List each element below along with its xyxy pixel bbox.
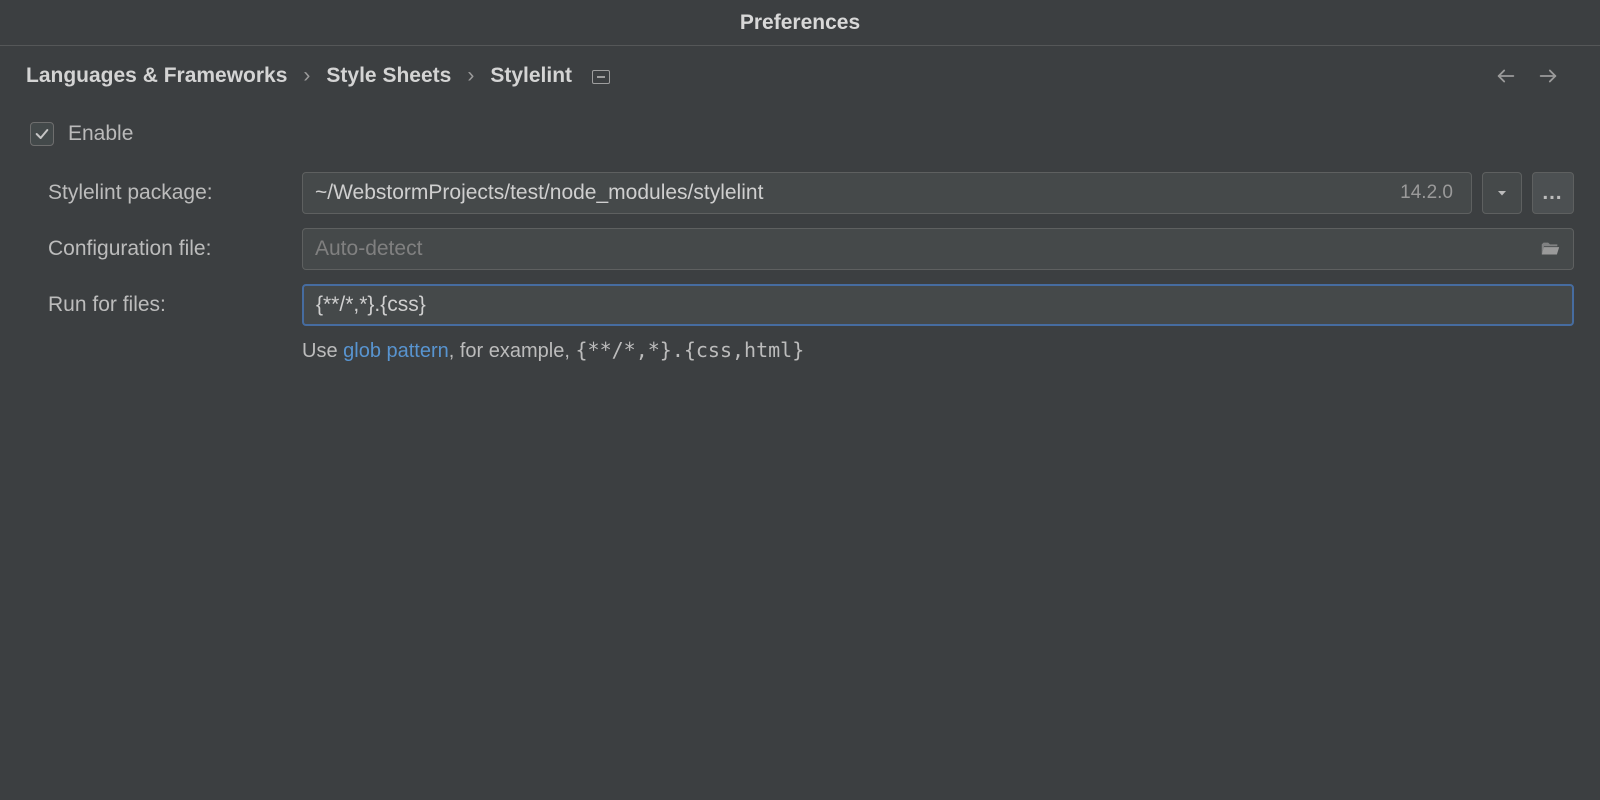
run-for-files-hint: Use glob pattern, for example, {**/*,*}.… <box>302 338 1574 363</box>
run-for-files-field[interactable] <box>302 284 1574 326</box>
configuration-file-label: Configuration file: <box>48 237 286 261</box>
run-for-files-input[interactable] <box>316 293 1560 317</box>
breadcrumb: Languages & Frameworks › Style Sheets › … <box>26 64 1494 88</box>
folder-open-icon[interactable] <box>1539 238 1561 260</box>
nav-forward-button[interactable] <box>1536 64 1560 88</box>
chevron-down-icon <box>1496 187 1508 199</box>
breadcrumb-item-stylelint[interactable]: Stylelint <box>490 64 572 88</box>
hint-example: {**/*,*}.{css,html} <box>575 338 804 362</box>
nav-back-button[interactable] <box>1494 64 1518 88</box>
enable-checkbox[interactable] <box>30 122 54 146</box>
hint-text: , for example, <box>449 340 576 362</box>
stylelint-package-label: Stylelint package: <box>48 181 286 205</box>
stylelint-package-version: 14.2.0 <box>1400 182 1459 204</box>
content: Enable Stylelint package: 14.2.0 … Confi… <box>0 106 1600 363</box>
nav-arrows <box>1494 64 1574 88</box>
breadcrumb-item-stylesheets[interactable]: Style Sheets <box>326 64 451 88</box>
stylelint-package-field[interactable]: 14.2.0 <box>302 172 1472 214</box>
breadcrumb-bar: Languages & Frameworks › Style Sheets › … <box>0 46 1600 106</box>
project-scope-icon <box>592 70 610 84</box>
ellipsis-icon: … <box>1542 181 1565 205</box>
breadcrumb-separator: › <box>467 64 474 88</box>
configuration-file-input[interactable] <box>315 237 1539 261</box>
configuration-file-field[interactable] <box>302 228 1574 270</box>
run-for-files-label: Run for files: <box>48 293 286 317</box>
stylelint-package-dropdown-button[interactable] <box>1482 172 1522 214</box>
breadcrumb-item-languages[interactable]: Languages & Frameworks <box>26 64 287 88</box>
stylelint-package-browse-button[interactable]: … <box>1532 172 1574 214</box>
breadcrumb-separator: › <box>303 64 310 88</box>
hint-text: Use <box>302 340 343 362</box>
glob-pattern-link[interactable]: glob pattern <box>343 340 449 362</box>
window-title: Preferences <box>0 0 1600 46</box>
enable-label: Enable <box>68 122 133 146</box>
stylelint-package-input[interactable] <box>315 181 1400 205</box>
